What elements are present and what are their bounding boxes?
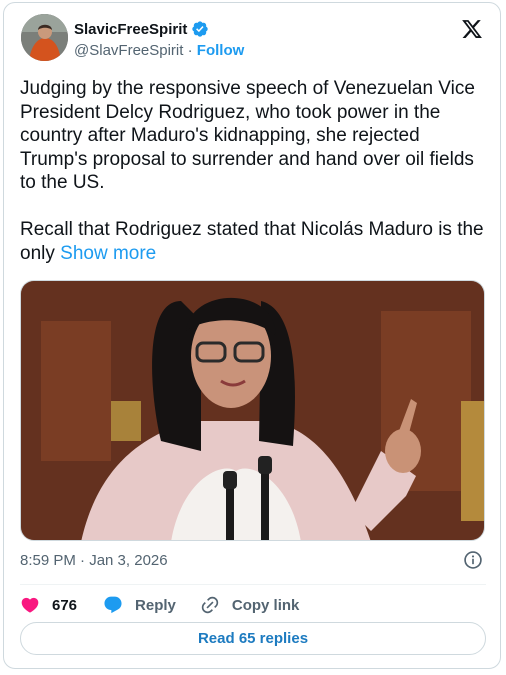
author-handle[interactable]: @SlavFreeSpirit — [74, 42, 183, 59]
verified-badge-icon — [192, 21, 209, 37]
like-count: 676 — [52, 596, 78, 614]
like-button[interactable]: 676 — [20, 595, 77, 615]
x-logo-icon[interactable] — [461, 18, 483, 40]
tweet-text: Judging by the responsive speech of Vene… — [20, 77, 490, 265]
author-handle-row: @SlavFreeSpirit · Follow — [74, 42, 244, 59]
divider — [20, 584, 486, 585]
photo-illustration — [21, 281, 484, 540]
copy-link-button[interactable]: Copy link — [200, 595, 300, 615]
tweet-body: Judging by the responsive speech of Vene… — [20, 78, 484, 264]
author-name-row: SlavicFreeSpirit — [74, 20, 209, 38]
reply-label: Reply — [135, 596, 176, 614]
tweet-timestamp[interactable]: 8:59 PM · Jan 3, 2026 — [20, 552, 168, 569]
separator: · — [187, 42, 193, 59]
tweet-card: SlavicFreeSpirit @SlavFreeSpirit · Follo… — [3, 2, 501, 669]
reply-bubble-icon — [104, 596, 122, 614]
show-more-link[interactable]: Show more — [60, 243, 156, 264]
heart-icon — [21, 597, 39, 613]
avatar[interactable] — [21, 14, 68, 61]
info-icon[interactable] — [463, 550, 483, 570]
follow-button[interactable]: Follow — [197, 42, 245, 59]
author-name[interactable]: SlavicFreeSpirit — [74, 21, 187, 38]
link-icon — [201, 596, 219, 614]
tweet-photo[interactable] — [20, 280, 485, 541]
reply-button[interactable]: Reply — [103, 595, 176, 615]
copy-link-label: Copy link — [231, 596, 300, 614]
action-bar: 676 Reply Copy link — [20, 593, 299, 617]
read-replies-button[interactable]: Read 65 replies — [20, 622, 486, 655]
